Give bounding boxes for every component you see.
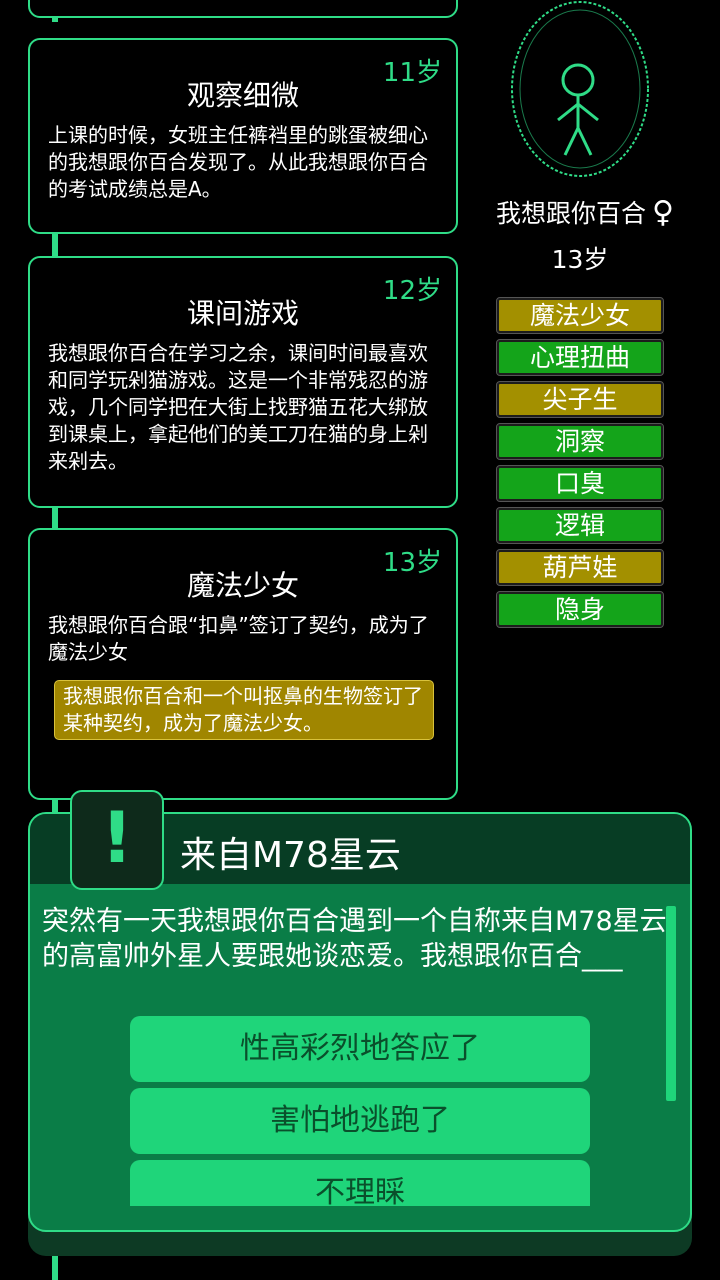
trait-tag[interactable]: 隐身 [496,591,664,628]
choice-button[interactable]: 性高彩烈地答应了 [130,1016,590,1082]
alert-badge: ! [70,790,164,890]
event-card-partial [28,0,458,18]
female-icon: ♀ [652,195,674,230]
event-body: 上课的时候，女班主任裤裆里的跳蛋被细心的我想跟你百合发现了。从此我想跟你百合的考… [48,123,428,201]
trait-tag[interactable]: 尖子生 [496,381,664,418]
timeline-connector [52,234,58,258]
trait-tag[interactable]: 葫芦娃 [496,549,664,586]
choice-button[interactable]: 害怕地逃跑了 [130,1088,590,1154]
event-body: 我想跟你百合跟“扣鼻”签订了契约，成为了魔法少女 [48,613,429,664]
event-note: 我想跟你百合和一个叫抠鼻的生物签订了某种契约，成为了魔法少女。 [54,680,434,740]
character-name-row: 我想跟你百合 ♀ [490,194,680,230]
event-title: 课间游戏 [186,297,299,330]
trait-tag[interactable]: 心理扭曲 [496,339,664,376]
timeline-connector [52,1255,58,1280]
exclamation-icon: ! [101,797,133,879]
event-title: 魔法少女 [186,569,299,602]
trait-tag[interactable]: 洞察 [496,423,664,460]
event-title: 观察细微 [186,79,299,112]
event-card: 13岁 魔法少女 我想跟你百合跟“扣鼻”签订了契约，成为了魔法少女 我想跟你百合… [28,528,458,800]
timeline-connector [52,506,58,530]
character-portrait[interactable] [510,0,650,178]
trait-tag[interactable]: 魔法少女 [496,297,664,334]
event-card: 11岁 观察细微 上课的时候，女班主任裤裆里的跳蛋被细心的我想跟你百合发现了。从… [28,38,458,234]
choice-button[interactable]: 不理睬 [130,1160,590,1206]
avatar-icon [511,1,649,177]
trait-tag[interactable]: 口臭 [496,465,664,502]
trait-tag[interactable]: 逻辑 [496,507,664,544]
character-name: 我想跟你百合 [496,199,647,228]
event-card: 12岁 课间游戏 我想跟你百合在学习之余，课间时间最喜欢和同学玩剁猫游戏。这是一… [28,256,458,508]
event-body: 我想跟你百合在学习之余，课间时间最喜欢和同学玩剁猫游戏。这是一个非常残忍的游戏，… [48,341,428,473]
character-age: 13岁 [551,245,609,274]
